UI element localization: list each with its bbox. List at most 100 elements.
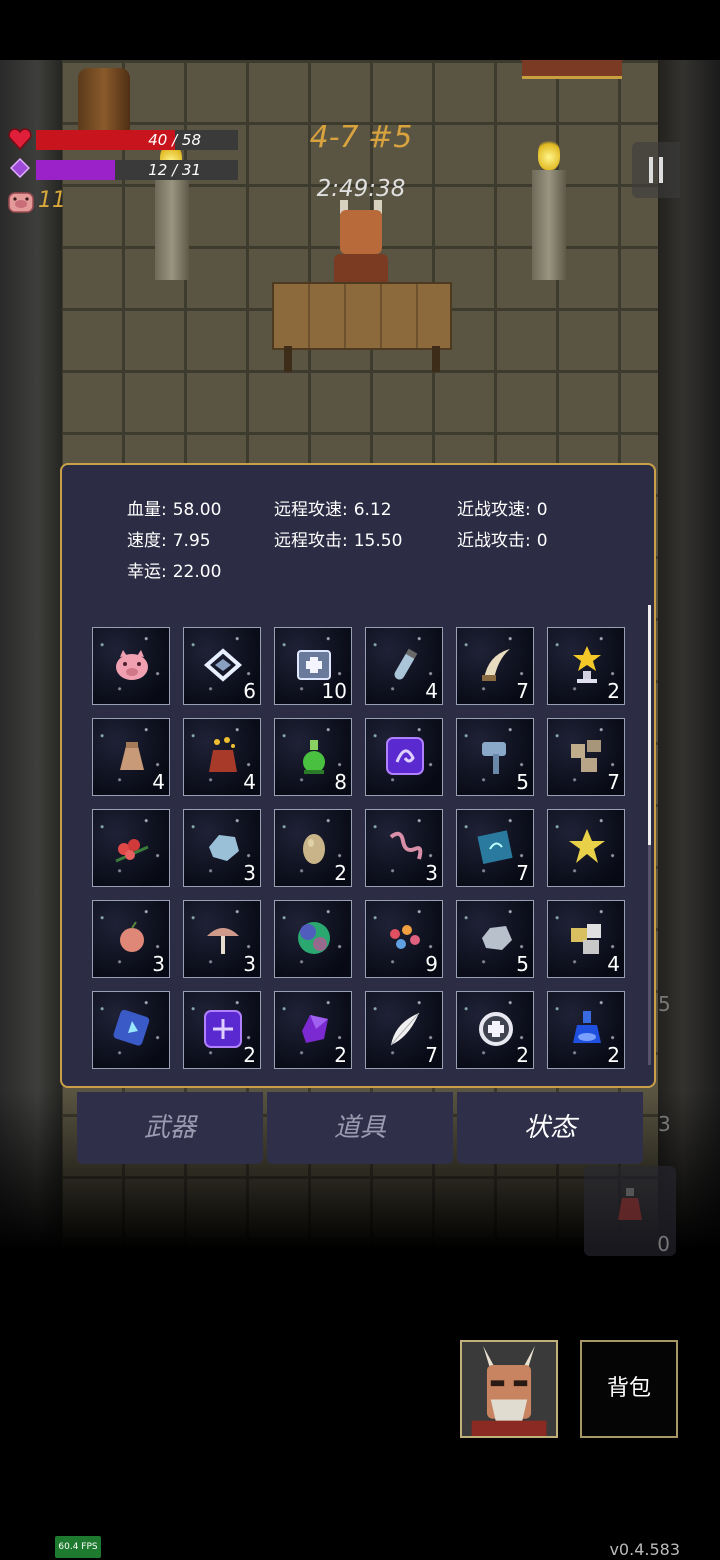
item-count: 4 [425,679,438,703]
item-count: 2 [334,861,347,885]
gold-star-icon [567,827,607,867]
rocks-icon [567,736,607,776]
ghost-count-1: 5 [658,992,671,1016]
diamond-frame-icon [203,645,243,685]
item-slot[interactable] [92,809,170,887]
tab-weapons[interactable]: 武器 [77,1092,263,1164]
item-slot[interactable]: 3 [92,900,170,978]
shop-table[interactable] [272,282,452,350]
item-slot[interactable]: 5 [456,718,534,796]
fps-counter: 60.4 FPS [55,1536,101,1558]
item-slot[interactable]: 6 [183,627,261,705]
item-slot[interactable] [365,718,443,796]
flowers-icon [112,827,152,867]
piggy-bank-icon [112,645,152,685]
tab-status[interactable]: 状态 [457,1092,643,1164]
star-trophy-icon [567,645,607,685]
crystal-icon [294,1009,334,1049]
stat-hp: 血量: 58.00 [127,500,222,520]
item-slot[interactable]: 7 [365,991,443,1069]
item-slot[interactable] [92,627,170,705]
item-slot[interactable]: 10 [274,627,352,705]
hammer-icon [476,736,516,776]
item-slot[interactable]: 3 [183,809,261,887]
quick-potion-count: 0 [657,1232,670,1256]
rune-tile-icon [385,736,425,776]
coin-count: 11 [38,188,66,213]
spellbook-icon [476,827,516,867]
egg-icon [294,827,334,867]
item-slot[interactable] [274,900,352,978]
stat-melee-attack: 近战攻击: 0 [457,531,548,551]
item-slot[interactable]: 2 [183,991,261,1069]
item-count: 9 [425,952,438,976]
item-count: 3 [152,952,165,976]
tusk-icon [476,645,516,685]
left-wall [0,60,62,1250]
hp-text: 40 / 58 [148,131,201,149]
item-slot[interactable] [547,809,625,887]
item-slot[interactable]: 2 [547,991,625,1069]
item-slot[interactable]: 2 [274,809,352,887]
item-slot[interactable]: 7 [456,627,534,705]
purple-rune-icon [203,1009,243,1049]
backpack-button[interactable]: 背包 [580,1340,678,1438]
right-wall [658,60,720,1250]
pouch-icon [112,736,152,776]
item-count: 2 [516,1043,529,1067]
character-portrait[interactable] [460,1340,558,1438]
worm-icon [385,827,425,867]
item-slot[interactable]: 2 [456,991,534,1069]
stat-luck: 幸运: 22.00 [127,562,222,582]
item-count: 2 [607,679,620,703]
item-count: 4 [607,952,620,976]
scrollbar-thumb[interactable] [648,605,651,845]
torch-pillar-right [532,170,566,280]
item-slot[interactable]: 7 [547,718,625,796]
vial-icon [385,645,425,685]
magic-sack-icon [203,736,243,776]
item-slot[interactable]: 8 [274,718,352,796]
torch-flame-right [538,138,560,170]
red-potion-icon [618,1188,642,1220]
item-grid: 6 10 4 7 2 4 4 8 5 7 3 2 3 7 3 3 9 5 4 2 2 7 2 2 [92,627,632,1083]
item-slot[interactable]: 3 [183,900,261,978]
item-count: 7 [607,770,620,794]
version-label: v0.4.583 [609,1540,680,1559]
ice-rock-icon [203,827,243,867]
item-count: 3 [243,952,256,976]
ring-icon [476,1009,516,1049]
item-count: 7 [425,1043,438,1067]
ore-cubes-icon [567,918,607,958]
item-slot[interactable]: 4 [365,627,443,705]
item-count: 10 [321,679,347,703]
item-count: 2 [334,1043,347,1067]
peach-icon [112,918,152,958]
quick-potion-slot[interactable]: 0 [584,1166,676,1256]
pause-button[interactable] [632,142,680,198]
item-slot[interactable] [92,991,170,1069]
mana-bar: 12 / 31 [36,160,238,180]
level-indicator: 4-7 #5 [309,120,413,155]
item-slot[interactable]: 4 [547,900,625,978]
item-slot[interactable]: 3 [365,809,443,887]
item-count: 3 [243,861,256,885]
item-slot[interactable]: 5 [456,900,534,978]
item-slot[interactable]: 7 [456,809,534,887]
torch-pillar-left [155,170,189,280]
green-potion-icon [294,736,334,776]
item-slot[interactable]: 2 [274,991,352,1069]
hp-bar: 40 / 58 [36,130,238,150]
item-count: 3 [425,861,438,885]
item-count: 8 [334,770,347,794]
item-slot[interactable]: 4 [92,718,170,796]
item-count: 2 [607,1043,620,1067]
stat-speed: 速度: 7.95 [127,531,211,551]
item-slot[interactable]: 4 [183,718,261,796]
stat-melee-speed: 近战攻速: 0 [457,500,548,520]
tab-items[interactable]: 道具 [267,1092,453,1164]
item-slot[interactable]: 2 [547,627,625,705]
status-panel: 血量: 58.00 速度: 7.95 幸运: 22.00 远程攻速: 6.12 远程攻击… [60,463,656,1088]
chest [522,60,622,79]
item-slot[interactable]: 9 [365,900,443,978]
